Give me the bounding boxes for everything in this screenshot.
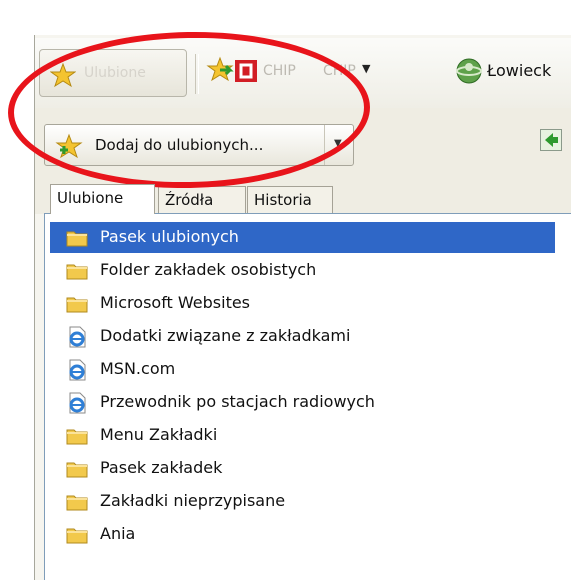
add-to-favorites-button[interactable]: Dodaj do ulubionych... ▼ bbox=[44, 124, 354, 166]
tab-history[interactable]: Historia bbox=[247, 186, 333, 214]
chip-link-label[interactable]: CHIP bbox=[263, 63, 296, 79]
add-favorite-icon bbox=[55, 133, 85, 163]
list-item[interactable]: MSN.com bbox=[50, 354, 555, 385]
list-item[interactable]: Pasek ulubionych bbox=[50, 222, 555, 253]
list-item[interactable]: Folder zakładek osobistych bbox=[50, 255, 555, 286]
folder-icon bbox=[66, 458, 88, 478]
tab-favorites[interactable]: Ulubione bbox=[50, 184, 155, 214]
folder-icon bbox=[66, 491, 88, 511]
list-item-label: Przewodnik po stacjach radiowych bbox=[100, 392, 375, 411]
list-item[interactable]: Microsoft Websites bbox=[50, 288, 555, 319]
add-to-favorites-bar-icon[interactable] bbox=[206, 56, 236, 88]
list-item-label: Dodatki związane z zakładkami bbox=[100, 326, 351, 345]
list-item[interactable]: Ania bbox=[50, 519, 555, 550]
list-item[interactable]: Dodatki związane z zakładkami bbox=[50, 321, 555, 352]
add-to-favorites-label: Dodaj do ulubionych... bbox=[95, 136, 264, 154]
folder-icon bbox=[66, 425, 88, 445]
list-item-label: MSN.com bbox=[100, 359, 176, 378]
add-dropdown-button[interactable]: ▼ bbox=[324, 125, 354, 165]
ie-page-icon bbox=[66, 392, 88, 414]
favorites-button-label: Ulubione bbox=[84, 65, 146, 81]
arrow-left-icon bbox=[545, 133, 558, 147]
folder-icon bbox=[66, 227, 88, 247]
folder-icon bbox=[66, 524, 88, 544]
list-item[interactable]: Zakładki nieprzypisane bbox=[50, 486, 555, 517]
chip-logo-icon[interactable] bbox=[235, 60, 257, 82]
list-item-label: Folder zakładek osobistych bbox=[100, 260, 317, 279]
favorites-center-button[interactable]: Ulubione bbox=[39, 49, 187, 97]
list-item-label: Menu Zakładki bbox=[100, 425, 218, 444]
list-item-label: Zakładki nieprzypisane bbox=[100, 491, 286, 510]
ie-page-icon bbox=[66, 326, 88, 348]
list-item[interactable]: Menu Zakładki bbox=[50, 420, 555, 451]
lowieck-link-label[interactable]: Łowieck bbox=[487, 61, 551, 80]
chevron-down-icon: ▼ bbox=[334, 138, 342, 149]
list-item-label: Pasek ulubionych bbox=[100, 227, 239, 246]
list-item-label: Ania bbox=[100, 524, 136, 543]
folder-icon bbox=[66, 260, 88, 280]
list-item-label: Microsoft Websites bbox=[100, 293, 251, 312]
tab-feeds[interactable]: Źródła bbox=[158, 186, 246, 214]
dropdown-arrow-icon[interactable]: ▼ bbox=[362, 62, 370, 75]
list-item-label: Pasek zakładek bbox=[100, 458, 223, 477]
folder-icon bbox=[66, 293, 88, 313]
globe-icon[interactable] bbox=[455, 57, 483, 89]
list-item[interactable]: Pasek zakładek bbox=[50, 453, 555, 484]
chip-dropdown-label[interactable]: CHIP bbox=[323, 63, 356, 79]
list-item[interactable]: Przewodnik po stacjach radiowych bbox=[50, 387, 555, 418]
ie-page-icon bbox=[66, 359, 88, 381]
toolbar-separator bbox=[195, 54, 199, 94]
pin-center-button[interactable] bbox=[540, 129, 562, 151]
star-icon bbox=[49, 62, 77, 88]
